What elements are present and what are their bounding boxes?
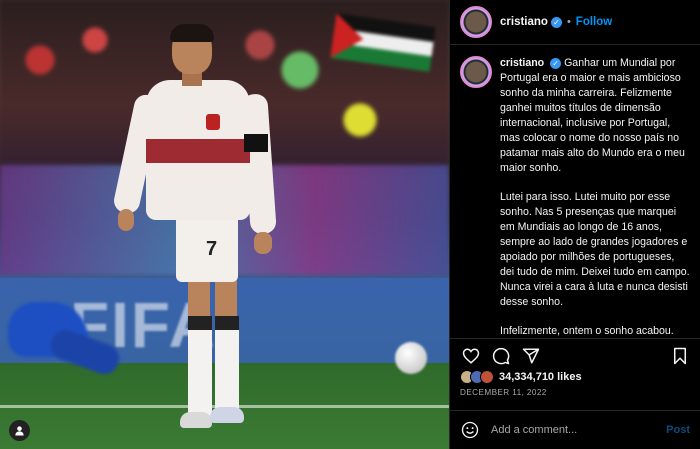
caption-username[interactable]: cristiano [500,57,544,69]
shorts-number: 7 [206,238,218,260]
post-header: cristiano ✓ • Follow [450,0,700,45]
heart-icon[interactable] [460,345,482,367]
football [395,342,427,374]
follow-button[interactable]: Follow [576,16,612,28]
caption-text-1: Ganhar um Mundial por Portugal era o mai… [500,57,685,174]
post-date[interactable]: DECEMBER 11, 2022 [460,388,547,397]
header-username[interactable]: cristiano [500,16,548,28]
caption: cristiano ✓ Ganhar um Mundial por Portug… [450,46,700,338]
user-tag-icon[interactable] [9,420,30,441]
comment-bar: Post [450,410,700,449]
comment-input[interactable] [491,424,667,436]
verified-badge-icon: ✓ [550,16,562,28]
action-bar [450,338,700,372]
caption-paragraph-2: Lutei para isso. Lutei muito por esse so… [500,191,690,308]
caption-avatar[interactable] [460,56,492,88]
goalkeeper-figure [0,292,124,382]
post-photo[interactable]: FIFA 7 [0,0,449,449]
likes-count[interactable]: 34,334,710 likes [499,371,582,383]
comment-icon[interactable] [490,345,512,367]
send-icon[interactable] [520,345,542,367]
likes-row[interactable]: 34,334,710 likes [460,370,582,384]
verified-badge-icon: ✓ [550,57,562,69]
caption-body: cristiano ✓ Ganhar um Mundial por Portug… [500,56,690,338]
bookmark-icon[interactable] [669,345,691,367]
separator-dot: • [566,16,571,28]
post-comment-button[interactable]: Post [666,424,690,436]
post-side-panel: cristiano ✓ • Follow cristiano ✓ Ganhar … [449,0,700,449]
emoji-icon[interactable] [461,421,479,439]
caption-paragraph-3: Infelizmente, ontem o sonho acabou. Não … [500,325,674,337]
liker-avatar [480,370,494,384]
player-figure: 7 [111,24,278,439]
avatar[interactable] [460,6,492,38]
caption-paragraph-1: cristiano ✓ Ganhar um Mundial por Portug… [500,56,690,176]
